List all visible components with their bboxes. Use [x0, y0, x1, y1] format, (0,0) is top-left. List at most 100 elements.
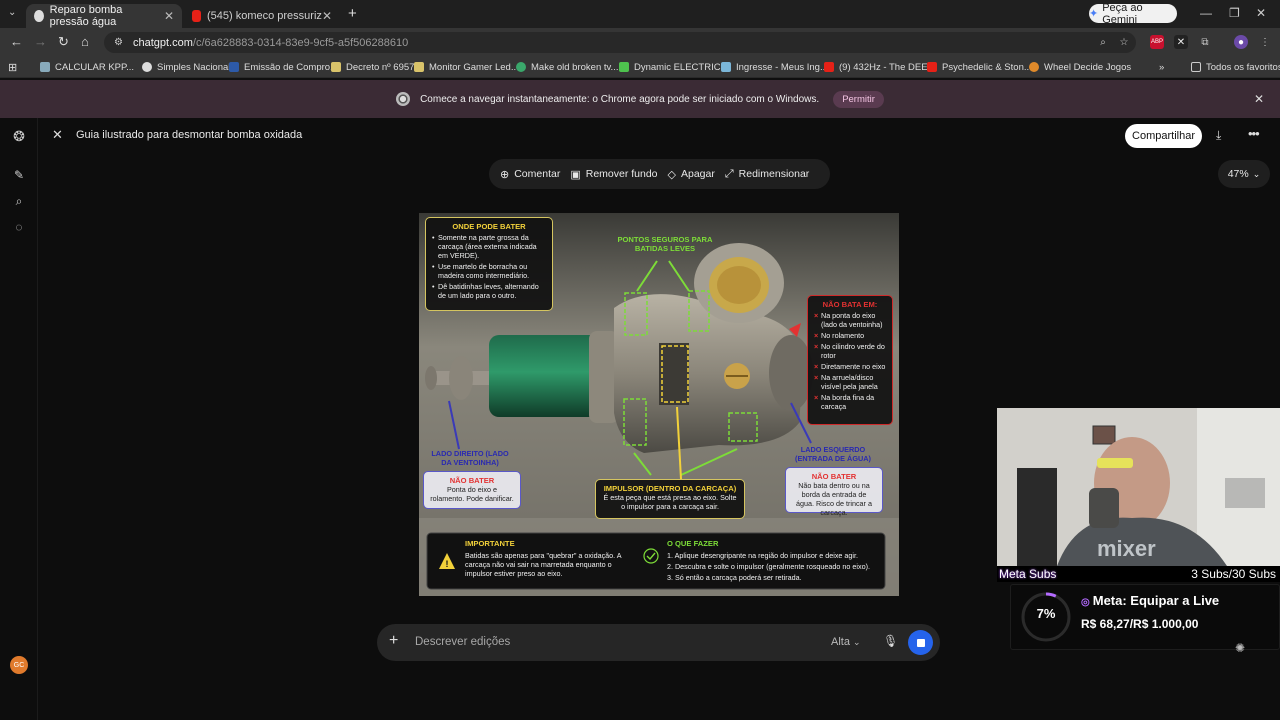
bookmark-item[interactable]: Monitor Gamer Led...: [414, 60, 519, 74]
infobar-close-icon[interactable]: ✕: [1254, 92, 1264, 106]
more-options-icon[interactable]: •••: [1248, 126, 1260, 141]
bookmark-item[interactable]: Psychedelic & Ston...: [927, 60, 1032, 74]
bookmark-label: Make old broken tv...: [531, 61, 619, 73]
list-item: Dê batidinhas leves, alternando de um la…: [432, 282, 546, 300]
url-path: /c/6a628883-0314-83e9-9cf5-a5f506288610: [192, 36, 409, 49]
generated-infographic-image[interactable]: ! ONDE PODE BATER Somente na parte gross…: [419, 213, 899, 596]
window-close-icon[interactable]: ✕: [1256, 6, 1266, 20]
zoom-icon[interactable]: ⌕: [1096, 35, 1110, 49]
goal-title-text: Meta: Equipar a Live: [1092, 593, 1220, 608]
importante-section: IMPORTANTE Batidas são apenas para "queb…: [465, 539, 635, 578]
svg-text:!: !: [446, 559, 449, 569]
chatgpt-favicon-icon: [34, 10, 44, 22]
bookmark-item[interactable]: (9) 432Hz - The DEE...: [824, 60, 935, 74]
tab-youtube[interactable]: (545) komeco pressurizador - Y ✕: [184, 4, 340, 28]
impulsor-text: É esta peça que está presa ao eixo. Solt…: [603, 493, 737, 512]
back-icon[interactable]: ←: [10, 34, 23, 49]
apps-grid-icon[interactable]: ⊞: [8, 60, 17, 74]
erase-tool-button[interactable]: ◇ Apagar: [663, 168, 720, 181]
site-icon: [331, 62, 341, 72]
chat-bubble-icon[interactable]: ◌: [12, 220, 26, 234]
streamlabs-logo-icon: ✺: [1235, 641, 1246, 655]
globe-icon: [142, 62, 152, 72]
chrome-menu-icon[interactable]: ⋮: [1258, 35, 1272, 49]
resize-tool-button[interactable]: ⤢ Redimensionar: [720, 168, 814, 181]
adblock-icon[interactable]: ABP: [1150, 35, 1164, 49]
infobar-message: Comece a navegar instantaneamente: o Chr…: [420, 93, 820, 105]
extension-icon[interactable]: ✕: [1174, 35, 1188, 49]
restore-icon[interactable]: ❐: [1229, 6, 1240, 20]
download-icon[interactable]: ⤓: [1216, 128, 1221, 143]
extensions-puzzle-icon[interactable]: ⧉: [1198, 35, 1212, 49]
image-icon: ▣: [570, 168, 581, 181]
bookmark-item[interactable]: Decreto nº 6957: [331, 60, 414, 74]
bookmarks-more-icon[interactable]: »: [1159, 60, 1164, 74]
site-icon: [721, 62, 731, 72]
site-info-icon[interactable]: ⚙: [114, 37, 123, 48]
nao-bata-em-title: NÃO BATA EM:: [822, 300, 878, 309]
add-attachment-icon[interactable]: +: [389, 632, 398, 650]
browser-tab-strip: ⌄ Reparo bomba pressão água ✕ (545) kome…: [0, 0, 1280, 28]
bookmark-item[interactable]: Wheel Decide Jogos: [1029, 60, 1131, 74]
tab-close-icon[interactable]: ✕: [322, 9, 332, 23]
site-icon: [619, 62, 629, 72]
chevron-down-icon: ⌄: [1252, 168, 1261, 179]
stop-generation-button[interactable]: [908, 630, 933, 655]
search-icon[interactable]: ⌕: [12, 194, 26, 208]
tab-active[interactable]: Reparo bomba pressão água ✕: [26, 4, 182, 28]
reload-icon[interactable]: ↻: [58, 34, 69, 50]
microphone-icon[interactable]: 🎙︎: [883, 634, 898, 648]
tab-search-icon[interactable]: ⌄: [8, 7, 16, 18]
bookmark-star-icon[interactable]: ☆: [1117, 35, 1131, 49]
bookmark-item[interactable]: Dynamic ELECTRIC...: [619, 60, 729, 74]
new-tab-button[interactable]: +: [348, 5, 357, 22]
profile-avatar[interactable]: ●: [1234, 35, 1248, 49]
pontos-seguros-label: PONTOS SEGUROS PARA BATIDAS LEVES: [617, 235, 713, 254]
address-bar[interactable]: ⚙ chatgpt.com /c/6a628883-0314-83e9-9cf5…: [104, 32, 1136, 53]
new-chat-icon[interactable]: ✎: [12, 168, 26, 182]
youtube-favicon-icon: [192, 10, 201, 22]
nao-bater-right-text: Não bata dentro ou na borda da entrada d…: [796, 481, 872, 518]
close-image-editor-icon[interactable]: ✕: [52, 127, 63, 143]
onde-pode-bater-list: Somente na parte grossa da carcaça (área…: [432, 233, 546, 300]
bookmark-item[interactable]: Emissão de Compro...: [229, 60, 338, 74]
bookmark-label: (9) 432Hz - The DEE...: [839, 61, 936, 73]
bookmark-label: CALCULAR KPP...: [55, 61, 135, 73]
openai-logo-icon[interactable]: ❂: [12, 128, 26, 144]
edit-prompt-input[interactable]: [415, 633, 815, 651]
allow-button[interactable]: Permitir: [833, 90, 884, 108]
bookmark-label: Ingresse - Meus Ing...: [736, 61, 828, 73]
goal-percent: 7%: [1036, 606, 1056, 621]
zoom-value: 47%: [1227, 168, 1249, 180]
nao-bater-left-box: NÃO BATER Ponta do eixo e rolamento. Pod…: [423, 471, 521, 509]
donation-goal-panel: 7% ◎ Meta: Equipar a Live R$ 68,27/R$ 1.0…: [1010, 584, 1280, 655]
bookmark-item[interactable]: Simples Nacional: [142, 60, 230, 74]
o-que-fazer-title: O QUE FAZER: [667, 539, 719, 548]
tab-close-icon[interactable]: ✕: [164, 9, 174, 23]
quality-value: Alta: [831, 636, 850, 648]
onde-pode-bater-title: ONDE PODE BATER: [452, 222, 526, 231]
subs-count: 3 Subs/30 Subs: [1191, 567, 1276, 581]
tab-title: (545) komeco pressurizador - Y: [206, 10, 322, 22]
minimize-icon[interactable]: —: [1200, 6, 1212, 20]
gemini-button[interactable]: ✦ Peça ao Gemini: [1089, 2, 1177, 26]
bookmark-item[interactable]: CALCULAR KPP...: [40, 60, 134, 74]
nao-bata-em-list: Na ponta do eixo (lado da ventoinha) No …: [814, 311, 886, 411]
forward-icon[interactable]: →: [34, 34, 47, 49]
globe-icon: [40, 62, 50, 72]
list-item: Na arruela/disco visível pela janela: [814, 373, 886, 391]
goal-amount: R$ 68,27/R$ 1.000,00: [1081, 617, 1199, 631]
comment-tool-button[interactable]: ⊕ Comentar: [495, 168, 565, 181]
remove-background-button[interactable]: ▣ Remover fundo: [565, 168, 662, 181]
user-avatar[interactable]: GC: [10, 656, 28, 674]
all-favorites-folder[interactable]: Todos os favoritos: [1191, 60, 1280, 74]
bookmark-item[interactable]: Make old broken tv...: [516, 60, 618, 74]
zoom-dropdown[interactable]: 47% ⌄: [1218, 160, 1270, 188]
o-que-fazer-section: O QUE FAZER 1. Aplique desengripante na …: [667, 539, 881, 582]
share-button[interactable]: Compartilhar: [1125, 124, 1202, 148]
home-icon[interactable]: ⌂: [81, 34, 89, 49]
subs-goal-bar: Meta Subs 3 Subs/30 Subs: [997, 566, 1280, 582]
list-item: Use martelo de borracha ou madeira como …: [432, 262, 546, 280]
bookmark-item[interactable]: Ingresse - Meus Ing...: [721, 60, 828, 74]
quality-dropdown[interactable]: Alta ⌄: [831, 636, 861, 648]
